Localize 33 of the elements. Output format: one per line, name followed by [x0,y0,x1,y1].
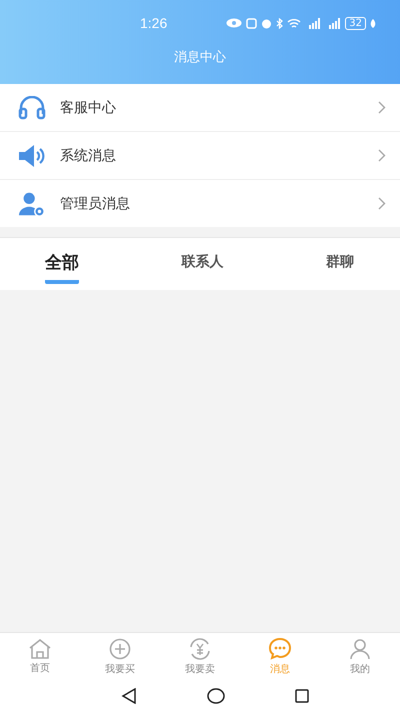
bluetooth-icon [276,18,284,28]
chat-bubble-icon [268,638,292,660]
yen-cycle-icon [188,638,212,660]
house-icon [28,639,52,659]
battery-level: 32 [345,16,366,30]
menu-item[interactable]: 客服中心 [0,84,400,132]
tab[interactable]: 群聊 [326,247,354,281]
chevron-icon [378,101,386,114]
menu-label: 管理员消息 [60,194,131,212]
back-icon[interactable] [121,688,137,704]
nav-tab[interactable]: 首页 [0,633,80,681]
home-icon[interactable] [207,688,225,704]
recents-icon[interactable] [295,689,309,703]
user-gear-icon [18,190,46,216]
chevron-icon [378,149,386,162]
menu-item[interactable]: 系统消息 [0,132,400,180]
menu-label: 客服中心 [60,98,117,116]
nav-tab[interactable]: 我的 [320,633,400,681]
plus-circle-icon [109,638,131,660]
speaker-icon [18,144,46,168]
person-icon [349,638,371,660]
status-time: 1:26 [140,15,168,31]
tab[interactable]: 全部 [45,244,79,284]
headset-icon [18,96,46,120]
eye-icon [226,18,242,28]
menu-item[interactable]: 管理员消息 [0,180,400,227]
wifi-icon [287,18,302,28]
tab[interactable]: 联系人 [182,247,224,281]
page-title: 消息中心 [174,49,226,66]
nav-tab[interactable]: 我要卖 [160,633,240,681]
menu-label: 系统消息 [60,146,117,164]
chevron-icon [378,197,386,210]
nav-tab[interactable]: 我要买 [80,633,160,681]
